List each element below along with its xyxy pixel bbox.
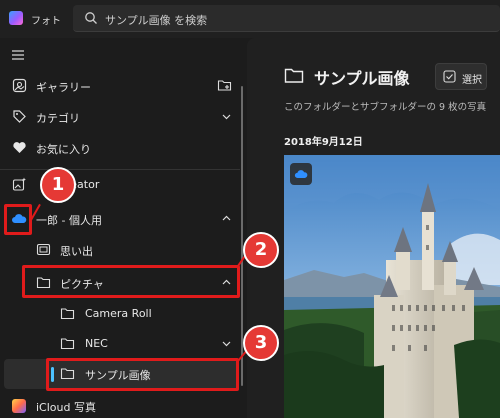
photos-app-icon <box>9 11 23 25</box>
gallery-icon <box>12 78 27 93</box>
page-title: サンプル画像 <box>314 69 410 88</box>
callout-number-2: 2 <box>243 232 279 268</box>
select-button[interactable]: 選択 <box>435 63 487 90</box>
main-pane: サンプル画像 選択 このフォルダーとサブフォルダーの 9 枚の写真 2018年9… <box>247 38 500 418</box>
sidebar-item-memories[interactable]: 思い出 <box>0 235 238 265</box>
sidebar-item-favorites[interactable]: お気に入り <box>0 133 238 163</box>
chevron-down-icon[interactable] <box>221 338 232 349</box>
onedrive-cloud-icon <box>294 170 308 178</box>
title-bar: フォト サンプル画像 を検索 <box>0 0 500 38</box>
date-header: 2018年9月12日 <box>284 137 363 148</box>
castle-photo-image <box>284 155 500 418</box>
chevron-down-icon[interactable] <box>221 111 232 122</box>
folder-icon <box>284 68 304 83</box>
sidebar-item-categories[interactable]: カテゴリ <box>0 102 238 132</box>
chevron-up-icon[interactable] <box>221 213 232 224</box>
sidebar-item-icloud[interactable]: iCloud 写真 <box>0 391 238 418</box>
tag-icon <box>13 110 26 123</box>
annotation-box-pictures <box>22 265 240 298</box>
app-title: フォト <box>31 16 61 27</box>
photo-thumbnail[interactable] <box>284 155 500 418</box>
folder-icon <box>60 338 75 350</box>
sidebar-item-creator[interactable]: reator <box>0 170 238 200</box>
callout-number-1: 1 <box>40 167 76 203</box>
search-input[interactable]: サンプル画像 を検索 <box>105 12 207 28</box>
search-box[interactable]: サンプル画像 を検索 <box>73 5 500 32</box>
sidebar-label-memories: 思い出 <box>60 245 93 258</box>
annotation-box-sample-images <box>46 358 239 391</box>
sidebar-label-icloud: iCloud 写真 <box>36 401 96 414</box>
sidebar-label-camera-roll: Camera Roll <box>85 307 152 320</box>
sidebar-label-onedrive: 一郎 - 個人用 <box>36 214 102 227</box>
search-icon <box>85 12 97 24</box>
annotation-box-onedrive <box>4 204 32 235</box>
sidebar-label-favorites: お気に入り <box>36 143 91 156</box>
hamburger-menu-icon[interactable] <box>11 49 25 61</box>
image-sparkle-icon <box>12 177 26 191</box>
icloud-photos-icon <box>12 399 26 413</box>
select-button-label: 選択 <box>462 75 482 86</box>
onedrive-badge <box>290 163 312 185</box>
callout-number-3: 3 <box>243 325 279 361</box>
sidebar-label-nec: NEC <box>85 337 108 350</box>
sidebar-item-gallery[interactable]: ギャラリー <box>0 71 238 101</box>
sidebar-label-gallery: ギャラリー <box>36 81 91 94</box>
folder-description: このフォルダーとサブフォルダーの 9 枚の写真 <box>284 102 487 113</box>
folder-icon <box>60 308 75 320</box>
heart-icon <box>13 142 26 153</box>
memories-icon <box>36 243 51 256</box>
sidebar-label-categories: カテゴリ <box>36 112 80 125</box>
sidebar-item-camera-roll[interactable]: Camera Roll <box>0 299 238 329</box>
sidebar-item-nec[interactable]: NEC <box>0 329 238 359</box>
checkbox-icon <box>443 70 456 83</box>
folder-add-icon[interactable] <box>217 78 232 92</box>
